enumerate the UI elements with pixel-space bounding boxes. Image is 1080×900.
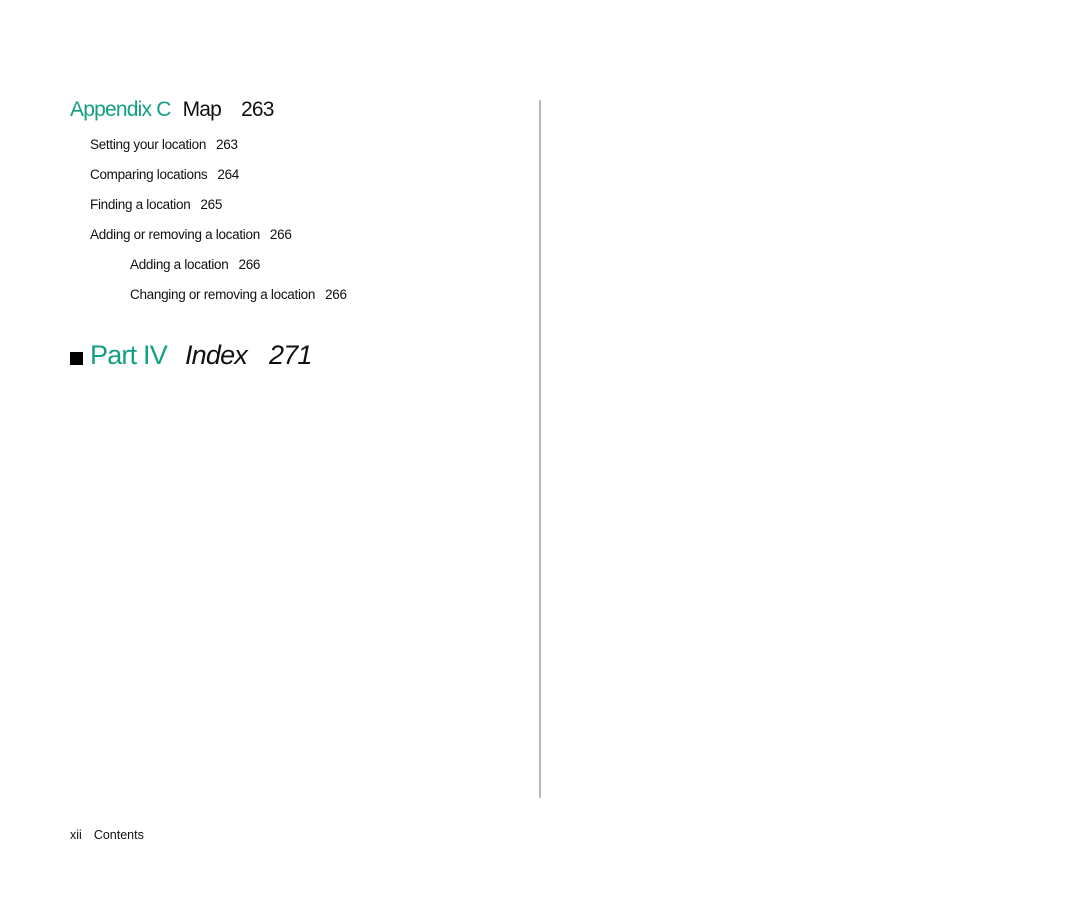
page-footer: xii Contents [70,827,144,843]
appendix-title: Map [182,98,222,121]
appendix-page-number: 263 [241,98,274,121]
toc-entry-page: 266 [269,227,292,242]
column-divider [539,100,541,798]
appendix-heading[interactable]: Appendix C Map 263 [70,97,274,123]
toc-entry-title: Setting your location [90,137,207,152]
part-label: Part IV [90,340,168,370]
toc-entry-title: Comparing locations [90,167,208,182]
part-page-number: 271 [269,340,312,370]
toc-entry-page: 264 [217,167,239,182]
toc-entry-finding-a-location[interactable]: Finding a location 265 [90,196,222,214]
toc-entry-comparing-locations[interactable]: Comparing locations 264 [90,166,239,184]
toc-entry-page: 263 [216,137,238,152]
toc-entry-title: Finding a location [90,197,191,212]
toc-entry-page: 266 [238,257,261,272]
toc-entry-page: 266 [325,287,347,302]
contents-page: Appendix C Map 263 Setting your location 26… [0,0,540,900]
toc-entry-title: Changing or removing a location [130,287,316,302]
part-title: Index [184,340,248,370]
footer-page-number: xii [70,828,82,842]
square-bullet-icon [70,351,83,365]
toc-entry-changing-or-removing-a-location[interactable]: Changing or removing a location 266 [130,286,347,304]
appendix-label: Appendix C [70,98,171,121]
footer-section-name: Contents [93,828,144,842]
toc-entry-setting-your-location[interactable]: Setting your location 263 [90,136,238,154]
toc-entry-page: 265 [200,197,223,212]
toc-entry-title: Adding or removing a location [90,227,260,242]
toc-entry-adding-a-location[interactable]: Adding a location 266 [130,256,260,274]
toc-entry-title: Adding a location [130,257,229,272]
part-heading[interactable]: Part IV Index 271 [70,339,312,371]
toc-entry-adding-or-removing-a-location[interactable]: Adding or removing a location 266 [90,226,292,244]
